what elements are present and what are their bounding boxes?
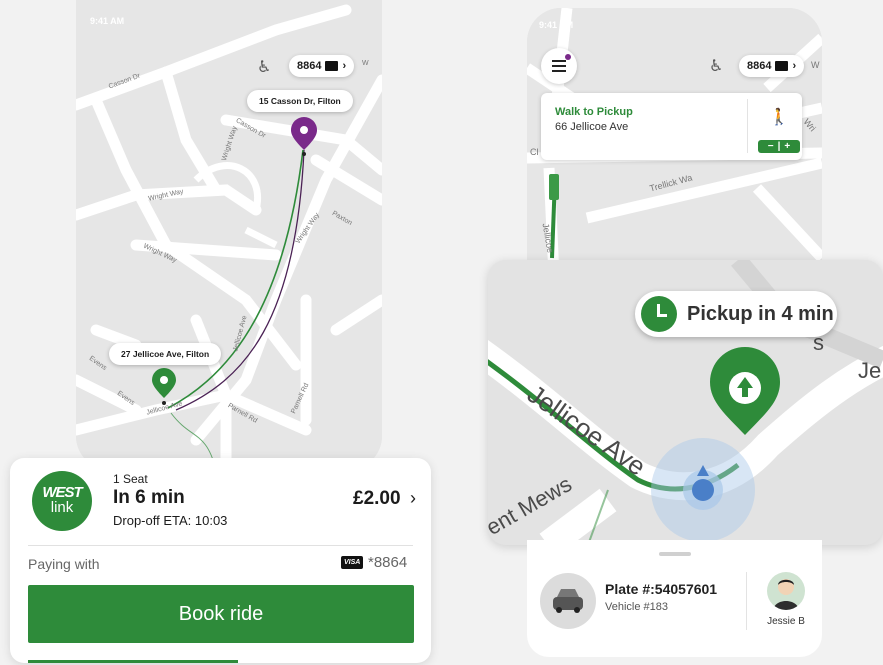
seat-count: 1 Seat — [113, 472, 148, 486]
pickup-eta-text: Pickup in 4 min — [687, 303, 834, 325]
id-chip[interactable]: 8864 › — [289, 55, 355, 77]
walking-person-icon: 🚶 — [769, 109, 789, 126]
ticket-icon — [775, 61, 789, 71]
car-icon — [540, 573, 596, 629]
drag-handle[interactable] — [659, 552, 691, 556]
divider — [28, 545, 413, 546]
ticket-icon — [325, 61, 339, 71]
vehicle-number: Vehicle #183 — [605, 601, 668, 613]
hamburger-icon — [552, 60, 566, 62]
street-label: Cl — [530, 147, 539, 157]
status-time: 9:41 AM — [90, 16, 125, 26]
ride-eta: In 6 min — [113, 487, 185, 508]
destination-label: 15 Casson Dr, Filton — [247, 90, 353, 112]
id-number: 8864 — [747, 60, 772, 72]
visa-card-icon[interactable]: VISA — [341, 556, 364, 569]
street-label: W — [362, 60, 369, 67]
walk-to-pickup-card[interactable]: Walk to Pickup 66 Jellicoe Ave 🚶 − | + — [541, 93, 802, 160]
increase-button[interactable]: + — [784, 141, 790, 152]
booking-card: WEST link 1 Seat In 6 min Drop-off ETA: … — [10, 458, 431, 663]
right-phone: Trellick Wa Jellicoe Wri W Cl 9:41 AM ♿ … — [527, 8, 822, 298]
id-number: 8864 — [297, 60, 322, 72]
status-time: 9:41 AM — [539, 20, 574, 30]
dropoff-eta: Drop-off ETA: 10:03 — [113, 513, 228, 528]
chevron-right-icon: › — [342, 60, 347, 72]
driver-avatar[interactable] — [767, 572, 805, 610]
paying-with-label: Paying with — [28, 556, 100, 572]
street-label: W — [811, 60, 820, 70]
decrease-button[interactable]: − — [768, 141, 774, 152]
walk-stepper[interactable]: − | + — [758, 140, 800, 153]
chevron-right-icon: › — [792, 60, 797, 72]
stepper-divider: | — [777, 140, 781, 152]
walk-title: Walk to Pickup — [555, 106, 633, 118]
id-chip[interactable]: 8864 › — [739, 55, 805, 77]
pickup-address: 66 Jellicoe Ave — [555, 121, 629, 133]
secondary-button-edge — [28, 660, 238, 663]
driver-name: Jessie B — [767, 616, 805, 627]
plate-number: Plate #:54057601 — [605, 581, 718, 597]
clock-icon — [641, 296, 677, 332]
card-number[interactable]: *8864 — [368, 554, 407, 571]
vehicle-card[interactable]: Plate #:54057601 Vehicle #183 Jessie B — [527, 540, 822, 657]
divider — [747, 99, 748, 153]
origin-label: 27 Jellicoe Ave, Filton — [109, 343, 222, 365]
fare-price[interactable]: £2.00 — [353, 488, 401, 510]
pickup-eta-pill: Pickup in 4 min — [635, 291, 837, 337]
wheelchair-icon[interactable]: ♿ — [709, 56, 723, 76]
book-ride-button[interactable]: Book ride — [28, 585, 414, 643]
user-location-dot — [651, 438, 755, 542]
notification-dot — [565, 54, 571, 60]
left-phone: Casson Dr Wright Way Wright Way Wright W… — [76, 0, 382, 470]
divider — [746, 572, 747, 630]
westlink-logo: WEST link — [32, 471, 92, 531]
pickup-zoom-map[interactable]: Jellicoe Ave ent Mews s Je Pickup in 4 m… — [488, 260, 883, 545]
bus-icon — [549, 174, 559, 200]
chevron-right-icon[interactable]: › — [410, 488, 416, 509]
street-label: Je — [858, 358, 882, 383]
menu-button[interactable] — [541, 48, 577, 84]
wheelchair-icon[interactable]: ♿ — [257, 57, 271, 77]
